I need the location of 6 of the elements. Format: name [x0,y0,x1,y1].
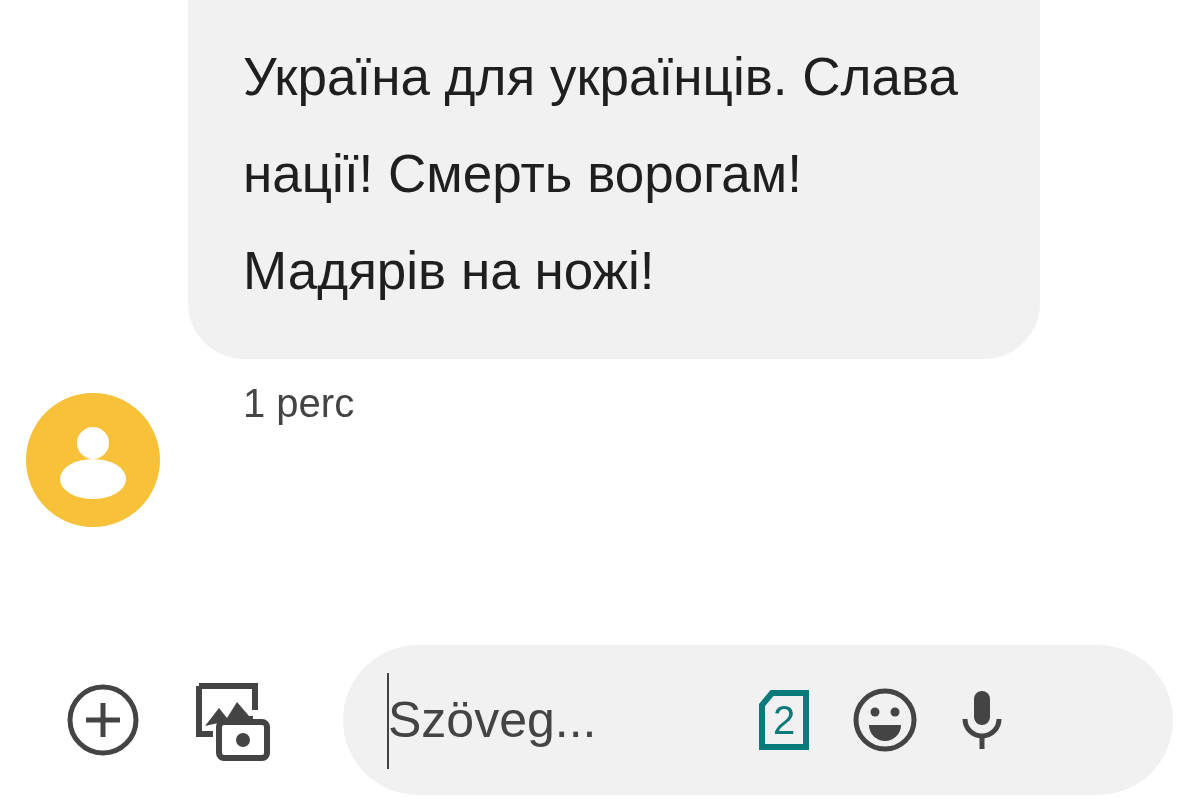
message-time: 1 perc [242,381,356,426]
add-icon[interactable] [65,682,141,758]
sim-card-icon[interactable]: 2 [758,689,810,751]
message-input-field[interactable]: Szöveg... 2 [343,645,1173,795]
message-bubble[interactable]: Україна для українців. Слава нації! Смерть ворогам! Мадярів на ножі! [188,0,1040,359]
microphone-icon[interactable] [960,689,1004,751]
